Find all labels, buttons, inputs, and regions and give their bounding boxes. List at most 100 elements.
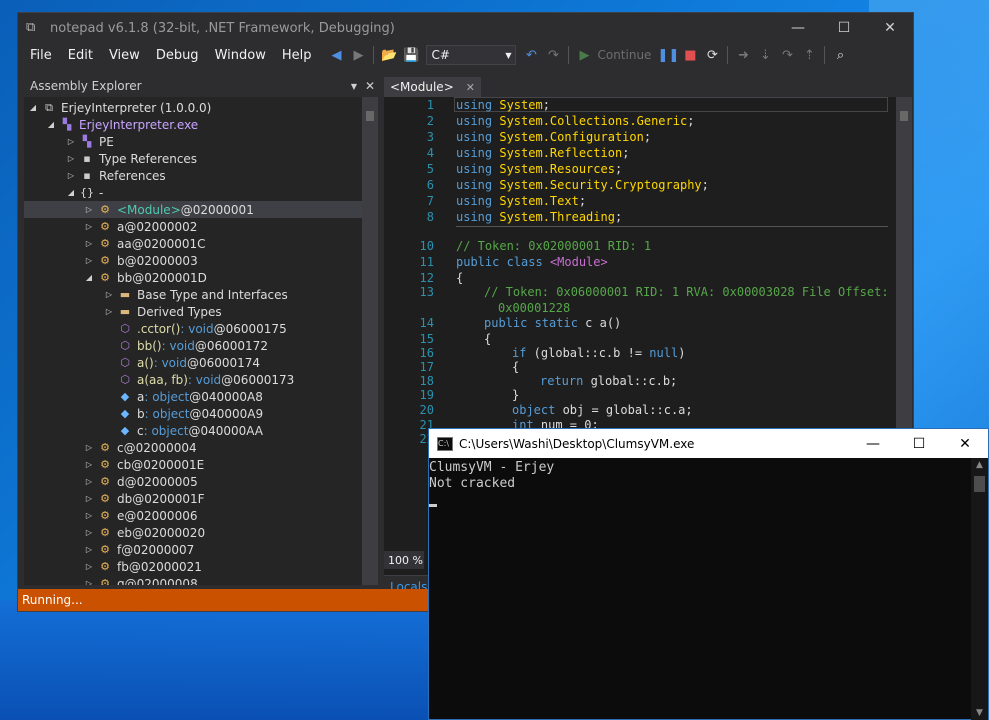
show-next-statement-icon[interactable]: ➜ — [732, 44, 754, 66]
stop-icon[interactable]: ■ — [679, 44, 701, 66]
collapsed-icon[interactable]: ▷ — [104, 307, 114, 316]
step-into-icon[interactable]: ⇣ — [754, 44, 776, 66]
collapsed-icon[interactable]: ▷ — [84, 545, 94, 554]
tab-module[interactable]: <Module> ✕ — [384, 77, 481, 97]
collapsed-icon[interactable]: ▷ — [84, 256, 94, 265]
collapsed-icon[interactable]: ▷ — [84, 528, 94, 537]
tree-item-references[interactable]: ▷ ▪ References — [66, 167, 166, 184]
tree-item-class[interactable]: ▷ ⚙ f @02000007 — [84, 541, 194, 558]
redo-icon[interactable]: ↷ — [542, 44, 564, 66]
scrollbar-thumb[interactable] — [900, 111, 908, 121]
tree-item-class[interactable]: ▷ ⚙ eb @02000020 — [84, 524, 205, 541]
tree-item-class[interactable]: ◢ ⚙ bb @0200001D — [84, 269, 207, 286]
collapsed-icon[interactable]: ▷ — [66, 171, 76, 180]
tree-item-class[interactable]: ▷ ⚙ a @02000002 — [84, 218, 198, 235]
menu-edit[interactable]: Edit — [60, 48, 101, 63]
tree-item-field[interactable]: ◆ c : object @040000AA — [118, 422, 263, 439]
language-select[interactable]: C# ▼ — [426, 45, 517, 65]
expanded-icon[interactable]: ◢ — [66, 188, 76, 197]
open-icon[interactable]: 📂 — [378, 44, 400, 66]
collapsed-icon[interactable]: ▷ — [84, 239, 94, 248]
forward-icon[interactable]: ▶ — [347, 44, 369, 66]
collapsed-icon[interactable]: ▷ — [66, 154, 76, 163]
collapsed-icon[interactable]: ▷ — [84, 511, 94, 520]
tree-item-class[interactable]: ▷ ⚙ fb @02000021 — [84, 558, 202, 575]
collapsed-icon[interactable]: ▷ — [84, 222, 94, 231]
pause-icon[interactable]: ❚❚ — [657, 44, 680, 66]
collapsed-icon[interactable]: ▷ — [84, 579, 94, 585]
console-scrollbar[interactable]: ▲ ▼ — [971, 458, 988, 720]
undo-icon[interactable]: ↶ — [520, 44, 542, 66]
menu-help[interactable]: Help — [274, 48, 320, 63]
collapsed-icon[interactable]: ▷ — [84, 205, 94, 214]
tree-item-field[interactable]: ◆ a : object @040000A8 — [118, 388, 263, 405]
close-button[interactable]: ✕ — [867, 13, 913, 43]
collapsed-icon[interactable]: ▷ — [84, 494, 94, 503]
tree-item-class[interactable]: ▷ ⚙ g @02000008 — [84, 575, 198, 586]
collapsed-icon[interactable]: ▷ — [104, 290, 114, 299]
collapsed-icon[interactable]: ▷ — [84, 460, 94, 469]
tree-item-class[interactable]: ▷ ⚙ e @02000006 — [84, 507, 198, 524]
tree-item-type-references[interactable]: ▷ ▪ Type References — [66, 150, 197, 167]
collapsed-icon[interactable]: ▷ — [84, 477, 94, 486]
step-over-icon[interactable]: ↷ — [776, 44, 798, 66]
tree-item-base-types[interactable]: ▷ ▬ Base Type and Interfaces — [104, 286, 288, 303]
tree-item-class[interactable]: ▷ ⚙ cb @0200001E — [84, 456, 204, 473]
close-icon[interactable]: ✕ — [362, 79, 378, 93]
console-maximize-button[interactable]: ☐ — [896, 429, 942, 458]
tree-item-class[interactable]: ▷ ⚙ aa @0200001C — [84, 235, 206, 252]
tree-item-class[interactable]: ▷ ⚙ db @0200001F — [84, 490, 205, 507]
menu-debug[interactable]: Debug — [148, 48, 207, 63]
save-all-icon[interactable]: 💾 — [400, 44, 422, 66]
continue-icon[interactable]: ▶ — [573, 44, 595, 66]
maximize-button[interactable]: ☐ — [821, 13, 867, 43]
title-bar[interactable]: ⧉ notepad v6.1.8 (32-bit, .NET Framework… — [18, 13, 913, 43]
collapsed-icon[interactable]: ▷ — [66, 137, 76, 146]
search-icon[interactable]: ⌕ — [829, 44, 851, 66]
tree-item-token: @040000A9 — [189, 406, 264, 421]
scroll-down-icon[interactable]: ▼ — [971, 708, 988, 718]
line-number: 12 — [419, 271, 434, 285]
tree-item-class[interactable]: ▷ ⚙ c @02000004 — [84, 439, 197, 456]
restart-icon[interactable]: ⟳ — [701, 44, 723, 66]
tree-item-class[interactable]: ▷ ⚙ b @02000003 — [84, 252, 198, 269]
tree-item-method[interactable]: ⬡ a(aa, fb) : void @06000173 — [118, 371, 294, 388]
tree-item-class[interactable]: ▷ ⚙ d @02000005 — [84, 473, 198, 490]
tree-item-module-class[interactable]: ▷ ⚙ <Module> @02000001 — [24, 201, 362, 218]
continue-button[interactable]: Continue — [597, 48, 651, 62]
collapsed-icon[interactable]: ▷ — [84, 562, 94, 571]
zoom-level[interactable]: 100 % — [384, 551, 424, 569]
minimize-button[interactable]: — — [775, 13, 821, 43]
menu-window[interactable]: Window — [207, 48, 274, 63]
expanded-icon[interactable]: ◢ — [28, 103, 38, 112]
expanded-icon[interactable]: ◢ — [84, 273, 94, 282]
console-minimize-button[interactable]: — — [850, 429, 896, 458]
tree-item-namespace[interactable]: ◢ {} - — [66, 184, 103, 201]
line-number: 21 — [419, 418, 434, 432]
scrollbar-thumb[interactable] — [974, 476, 985, 492]
folder-icon: ▬ — [119, 288, 131, 301]
step-out-icon[interactable]: ⇡ — [798, 44, 820, 66]
collapsed-icon[interactable]: ▷ — [84, 443, 94, 452]
tree-item-method[interactable]: ⬡ a() : void @06000174 — [118, 354, 260, 371]
console-output[interactable]: ClumsyVM - Erjey Not cracked — [429, 458, 972, 720]
tree-item-pe[interactable]: ▷ ▚ PE — [66, 133, 114, 150]
chevron-down-icon[interactable]: ▼ — [346, 82, 362, 91]
tree-item-field[interactable]: ◆ b : object @040000A9 — [118, 405, 263, 422]
back-icon[interactable]: ◀ — [325, 44, 347, 66]
console-close-button[interactable]: ✕ — [942, 429, 988, 458]
tree-item-derived-types[interactable]: ▷ ▬ Derived Types — [104, 303, 222, 320]
tree-item-method[interactable]: ⬡ bb() : void @06000172 — [118, 337, 268, 354]
console-title-bar[interactable]: C:\ C:\Users\Washi\Desktop\ClumsyVM.exe … — [429, 429, 988, 458]
scrollbar-thumb[interactable] — [366, 111, 374, 121]
close-icon[interactable]: ✕ — [466, 81, 475, 94]
menu-file[interactable]: File — [22, 48, 60, 63]
explorer-scrollbar[interactable] — [362, 97, 378, 585]
menu-view[interactable]: View — [101, 48, 148, 63]
tree-item-method[interactable]: ⬡ .cctor() : void @06000175 — [118, 320, 287, 337]
tree-item-name: b — [137, 406, 145, 421]
expanded-icon[interactable]: ◢ — [46, 120, 56, 129]
scroll-up-icon[interactable]: ▲ — [971, 460, 988, 470]
tree-item-module[interactable]: ◢ ▚ ErjeyInterpreter.exe — [46, 116, 198, 133]
tree-item-assembly[interactable]: ◢ ⧉ ErjeyInterpreter (1.0.0.0) — [28, 99, 211, 116]
